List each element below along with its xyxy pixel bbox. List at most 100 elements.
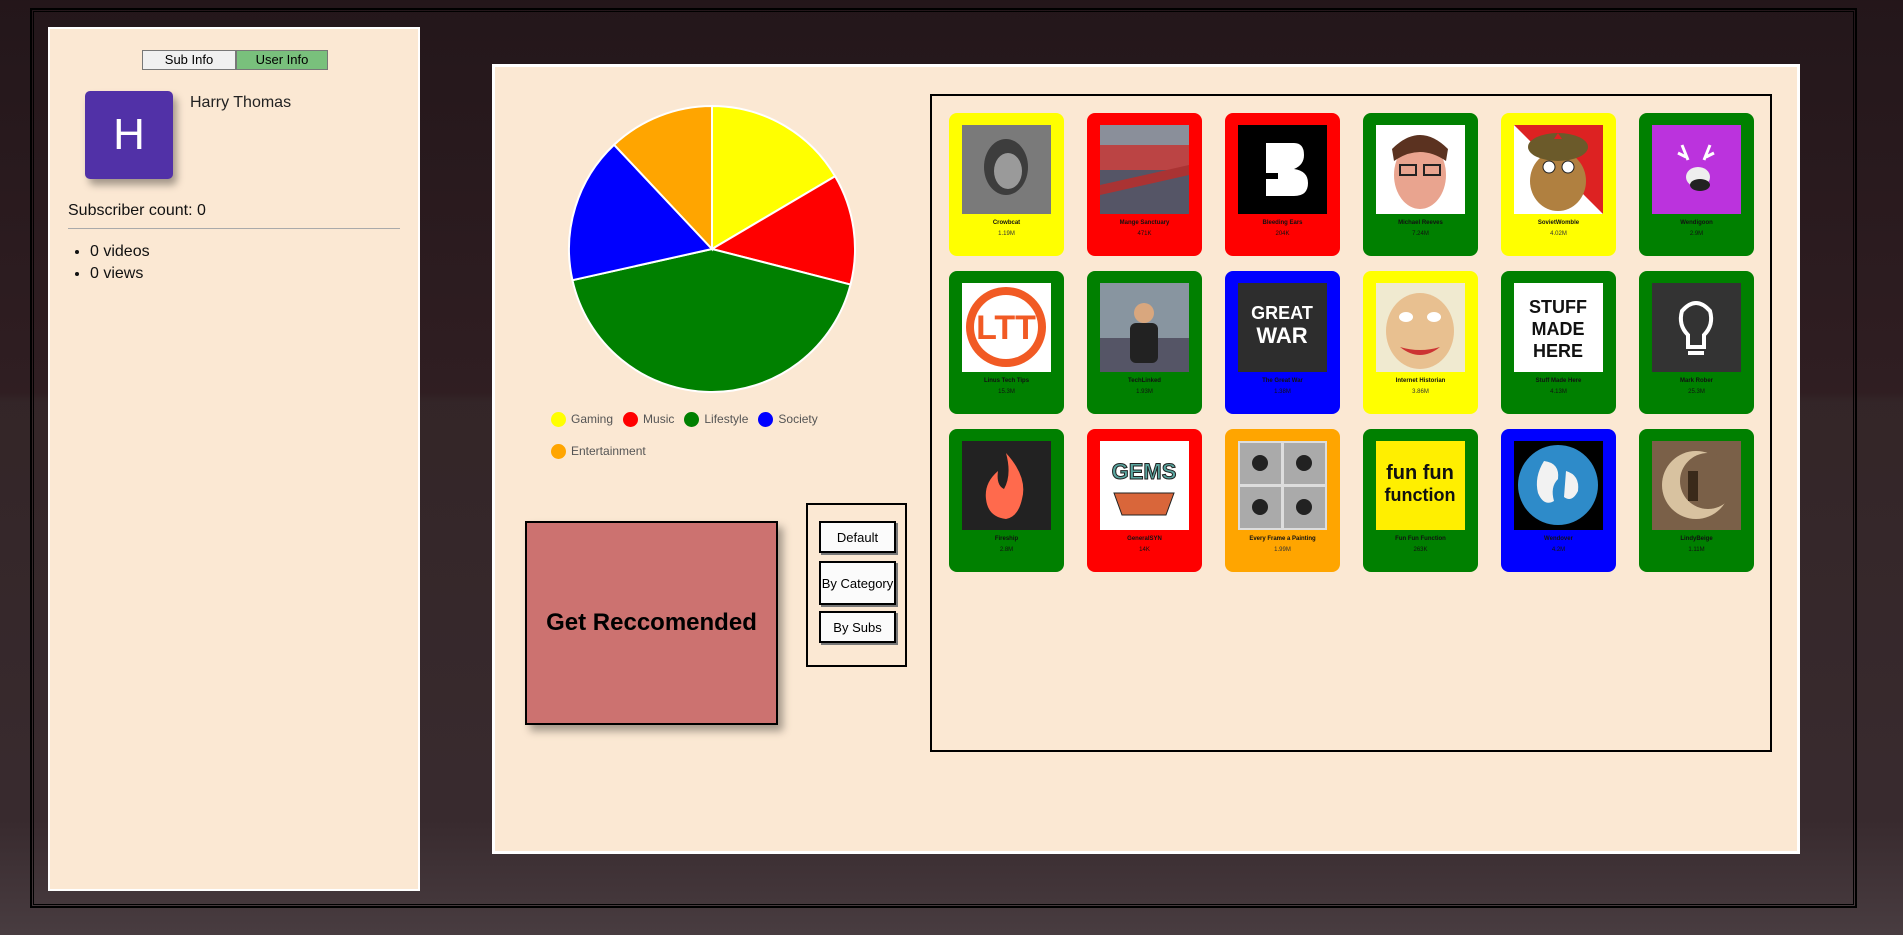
channel-subs: 1.19M [998,231,1015,237]
avatar: H [85,91,173,179]
channel-subs: 263K [1413,547,1428,553]
channel-name: Michael Reeves [1398,220,1443,226]
channel-subs: 1.11M [1688,547,1705,553]
stat-videos: 0 videos [90,241,150,263]
tab-user-info[interactable]: User Info [236,50,328,70]
channel-card[interactable]: Michael Reeves 7.24M [1363,113,1478,256]
channel-thumbnail: GREAT WAR [1238,283,1327,372]
tab-sub-info[interactable]: Sub Info [142,50,236,70]
channel-subs: 1.38M [1274,389,1291,395]
channel-name: TechLinked [1128,378,1161,384]
sort-default-button[interactable]: Default [819,521,896,553]
legend-item-gaming[interactable]: Gaming [551,410,613,428]
channel-subs: 3.86M [1412,389,1429,395]
channel-subs: 1.99M [1274,547,1291,553]
channel-card[interactable]: SovietWomble 4.02M [1501,113,1616,256]
channel-card[interactable]: TechLinked 1.93M [1087,271,1202,414]
user-name: Harry Thomas [190,94,292,111]
channel-name: GeneralSYN [1127,536,1162,542]
legend-item-entertainment[interactable]: Entertainment [551,442,646,460]
legend-label: Lifestyle [704,412,749,426]
svg-text:MADE: MADE [1532,319,1585,339]
channel-subs: 7.24M [1412,231,1429,237]
channel-card[interactable]: Fireship 2.8M [949,429,1064,572]
legend-swatch [758,411,774,427]
channel-thumbnail [1238,125,1327,214]
sort-options: Default By Category By Subs [806,503,907,667]
legend-label: Society [778,412,818,426]
channel-subs: 4.02M [1550,231,1567,237]
channel-subs: 471K [1137,231,1152,237]
channel-name: Wendigoon [1680,220,1713,226]
channel-name: SovietWomble [1537,220,1580,226]
channel-card[interactable]: fun fun function Fun Fun Function 263K [1363,429,1478,572]
category-pie-chart [567,104,857,399]
svg-text:STUFF: STUFF [1529,297,1587,317]
channel-thumbnail [962,441,1051,530]
channel-name: Wendover [1544,536,1573,542]
channel-card[interactable]: Every Frame a Painting 1.99M [1225,429,1340,572]
channel-card[interactable]: Crowbcat 1.19M [949,113,1064,256]
channel-name: Fun Fun Function [1395,536,1446,542]
svg-text:LTT: LTT [976,309,1036,347]
channel-thumbnail: GEMS [1100,441,1189,530]
stat-views: 0 views [90,263,150,285]
channel-thumbnail [1100,283,1189,372]
channel-thumbnail [1238,441,1327,530]
channel-name: Fireship [994,536,1019,542]
channel-card[interactable]: GEMS GeneralSYN 14K [1087,429,1202,572]
channel-name: Stuff Made Here [1535,378,1582,384]
user-stats-list: 0 videos 0 views [68,241,150,285]
channel-card[interactable]: STUFF MADE HERE Stuff Made Here 4.13M [1501,271,1616,414]
channel-card[interactable]: GREAT WAR The Great War 1.38M [1225,271,1340,414]
channel-thumbnail [962,125,1051,214]
legend-item-lifestyle[interactable]: Lifestyle [684,410,748,428]
channel-subs: 4.2M [1551,547,1566,553]
get-recommended-button[interactable]: Get Reccomended [525,521,778,725]
channel-thumbnail: fun fun function [1376,441,1465,530]
svg-text:fun fun: fun fun [1386,462,1454,484]
svg-text:GEMS: GEMS [1112,459,1177,484]
legend-label: Music [643,412,675,426]
channel-name: Mark Rober [1679,378,1713,384]
sort-by-category-button[interactable]: By Category [819,561,896,605]
channel-card[interactable]: Wendigoon 2.9M [1639,113,1754,256]
channel-subs: 25.3M [1688,389,1705,395]
channel-subs: 4.13M [1550,389,1567,395]
channel-subs: 2.8M [999,547,1014,553]
channel-name: Internet Historian [1395,378,1446,384]
channel-name: Linus Tech Tips [983,378,1030,384]
channel-name: Mange Sanctuary [1119,220,1170,226]
channel-thumbnail [1652,283,1741,372]
channel-card[interactable]: Mark Rober 25.3M [1639,271,1754,414]
channel-thumbnail [1514,125,1603,214]
channel-card[interactable]: Wendover 4.2M [1501,429,1616,572]
channel-name: The Great War [1262,378,1303,384]
svg-text:GREAT: GREAT [1251,303,1313,323]
channel-thumbnail [1376,283,1465,372]
channel-thumbnail: LTT [962,283,1051,372]
chart-legend: Gaming Music Lifestyle Society Entertainment [551,410,871,474]
channel-subs: 204K [1275,231,1290,237]
svg-text:HERE: HERE [1533,341,1583,361]
channel-name: LindyBeige [1680,536,1713,542]
main-panel: Gaming Music Lifestyle Society Entertainment… [492,64,1800,854]
sort-by-subs-button[interactable]: By Subs [819,611,896,643]
legend-item-society[interactable]: Society [758,410,818,428]
legend-swatch [623,411,639,427]
channel-name: Crowbcat [992,220,1021,226]
legend-item-music[interactable]: Music [623,410,674,428]
channel-subs: 2.9M [1689,231,1704,237]
channel-thumbnail [1376,125,1465,214]
legend-swatch [551,443,566,459]
channel-subs: 1.93M [1136,389,1153,395]
subscriber-count: Subscriber count: 0 [68,202,206,219]
channel-thumbnail: STUFF MADE HERE [1514,283,1603,372]
channel-card[interactable]: Mange Sanctuary 471K [1087,113,1202,256]
channel-card[interactable]: LTT Linus Tech Tips 15.3M [949,271,1064,414]
channel-card[interactable]: Internet Historian 3.86M [1363,271,1478,414]
svg-text:WAR: WAR [1256,323,1307,348]
legend-label: Gaming [571,412,614,426]
channel-card[interactable]: LindyBeige 1.11M [1639,429,1754,572]
channel-card[interactable]: Bleeding Ears 204K [1225,113,1340,256]
